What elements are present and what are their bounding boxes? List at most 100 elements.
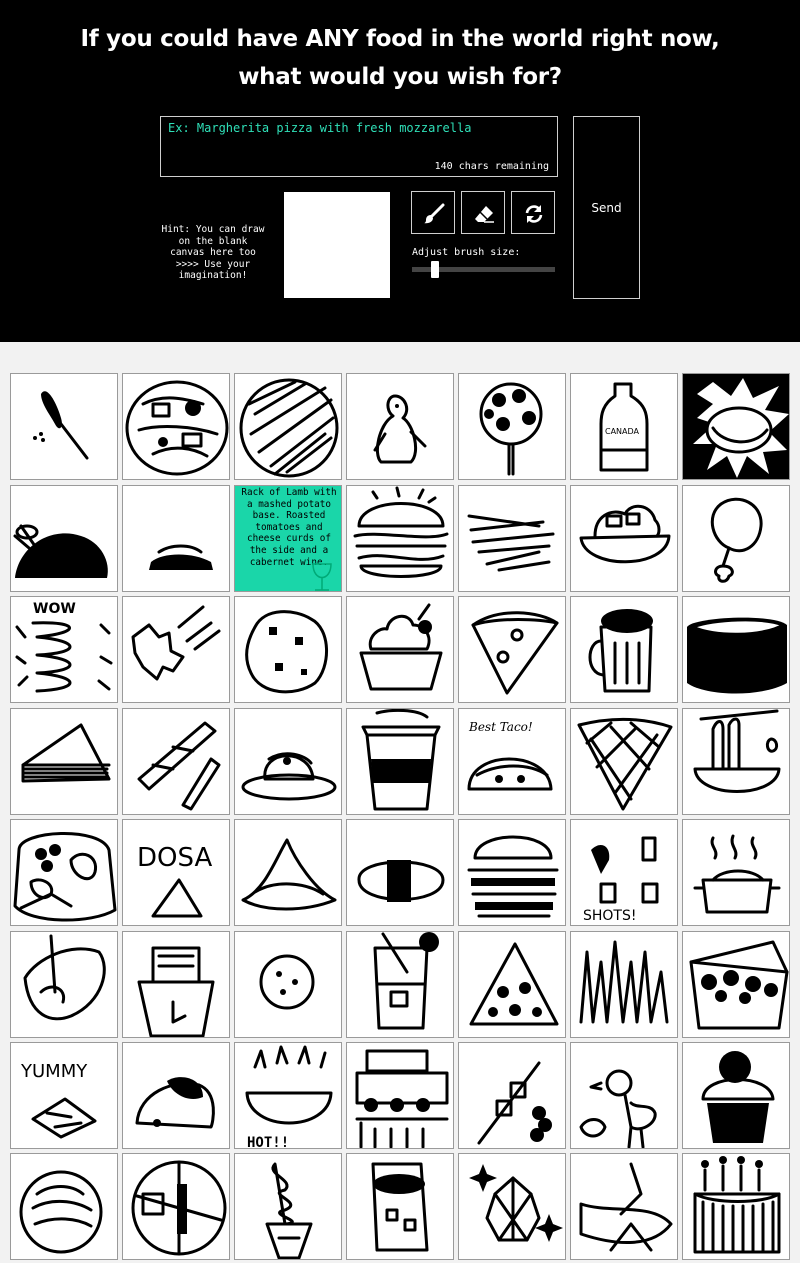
drawing-tile-rock-cake[interactable]: [122, 1042, 230, 1149]
drawing-tile-roast-chicken[interactable]: [10, 485, 118, 592]
svg-text:SHOTS!: SHOTS!: [583, 908, 636, 924]
drawing-tile-lamb-note[interactable]: Rack of Lamb with a mashed potato base. …: [234, 485, 342, 592]
doodle-pancakes: [145, 544, 219, 570]
doodle-rice-bowl: [125, 380, 229, 476]
drawing-tile-hot-soup[interactable]: HOT!!: [234, 1042, 342, 1149]
drawing-tile-dumpling[interactable]: [234, 819, 342, 926]
drawing-tile-soda-bottle[interactable]: CANADA: [570, 373, 678, 480]
drawing-tile-coffee-cup[interactable]: [346, 708, 454, 815]
drawing-tile-train-dessert[interactable]: [346, 1042, 454, 1149]
wish-input[interactable]: Ex: Margherita pizza with fresh mozzarel…: [160, 116, 558, 177]
drawing-tile-plated-dessert[interactable]: [234, 708, 342, 815]
drawing-tile-pizza-plate[interactable]: [122, 1153, 230, 1260]
drawing-tile-wow-noodle[interactable]: WOW: [10, 596, 118, 703]
page-title: If you could have ANY food in the world …: [0, 20, 800, 96]
drawing-tile-nigiri[interactable]: [346, 819, 454, 926]
drawing-tile-shots[interactable]: SHOTS!: [570, 819, 678, 926]
title-line-1: If you could have ANY food in the world …: [80, 26, 720, 52]
drawing-tile-birthday-cake[interactable]: [682, 1153, 790, 1260]
drawing-tile-fries[interactable]: [458, 485, 566, 592]
drawing-tile-corn-dog[interactable]: [10, 373, 118, 480]
doodle-coffee-cup: [361, 709, 441, 811]
doodle-soda-bottle: CANADA: [599, 382, 649, 472]
drawing-tile-ramen[interactable]: [682, 708, 790, 815]
doodle-shots: SHOTS!: [583, 836, 659, 924]
drawing-tile-pancakes[interactable]: [122, 485, 230, 592]
title-line-2: what would you wish for?: [238, 64, 562, 90]
drawing-tile-cocktail[interactable]: [346, 931, 454, 1038]
doodle-bento: [13, 832, 117, 922]
drawing-tile-dosa[interactable]: DOSA: [122, 819, 230, 926]
drawing-tile-taco[interactable]: Best Taco!: [458, 708, 566, 815]
refresh-icon: [525, 205, 543, 223]
drawing-tile-salad-bowl[interactable]: [570, 485, 678, 592]
doodle-leaves: [131, 605, 221, 681]
doodle-nigiri: [357, 860, 445, 902]
drawing-tile-cake-pop[interactable]: [458, 373, 566, 480]
drawing-tile-bird[interactable]: [570, 1042, 678, 1149]
drawing-tile-churros[interactable]: [122, 708, 230, 815]
drawing-tile-cookie[interactable]: [234, 596, 342, 703]
drawing-tile-grass[interactable]: [570, 931, 678, 1038]
doodle-salad-bowl: [579, 504, 671, 564]
drawing-tile-waffle-cone[interactable]: [570, 708, 678, 815]
drawing-tile-takeout-box[interactable]: [682, 931, 790, 1038]
drawing-tile-spring-roll[interactable]: [682, 373, 790, 480]
doodle-abstract: [579, 1162, 673, 1252]
doodle-hot-soup: HOT!!: [245, 1045, 333, 1148]
chars-remaining: 140 chars remaining: [434, 161, 549, 172]
drawing-tile-burrito[interactable]: [346, 1153, 454, 1260]
drawing-tile-pizza-slice[interactable]: [458, 596, 566, 703]
refresh-button[interactable]: [511, 191, 555, 234]
doodle-grass: [579, 940, 669, 1024]
drawing-tile-double-burger[interactable]: [458, 819, 566, 926]
doodle-noodle-cup: [137, 946, 215, 1037]
drawing-tile-muffin[interactable]: [682, 1042, 790, 1149]
svg-text:Best Taco!: Best Taco!: [468, 720, 533, 734]
drawing-tile-bento[interactable]: [10, 819, 118, 926]
send-button[interactable]: Send: [573, 116, 640, 299]
doodle-fries: [467, 514, 555, 572]
drawing-tile-drumstick[interactable]: [682, 485, 790, 592]
drawing-canvas[interactable]: [284, 192, 390, 298]
drawing-tile-steak[interactable]: [10, 931, 118, 1038]
send-label: Send: [591, 201, 622, 215]
drawing-tile-scribble-circle[interactable]: [234, 373, 342, 480]
drawing-tile-cake-slice[interactable]: [10, 708, 118, 815]
doodle-drumstick: [710, 497, 763, 583]
drawing-tile-noodle-cup[interactable]: [122, 931, 230, 1038]
doodle-muffin: [701, 1051, 775, 1143]
drawing-tile-skewer[interactable]: [458, 1042, 566, 1149]
drawing-tile-leaves[interactable]: [122, 596, 230, 703]
brush-size-label: Adjust brush size:: [412, 247, 521, 258]
brush-button[interactable]: [411, 191, 455, 234]
doodle-soft-serve: [265, 1162, 313, 1259]
drawing-tile-penguin[interactable]: [346, 373, 454, 480]
drawing-tile-rice-bowl[interactable]: [122, 373, 230, 480]
doodle-double-burger: [467, 835, 559, 918]
eraser-button[interactable]: [461, 191, 505, 234]
drawing-tile-artichoke[interactable]: [458, 1153, 566, 1260]
drawing-tile-yummy-nachos[interactable]: YUMMY: [10, 1042, 118, 1149]
doodle-spring-roll: [683, 374, 789, 479]
doodle-skewer: [477, 1061, 552, 1145]
doodle-taco: Best Taco!: [467, 720, 553, 791]
drawing-tile-abstract[interactable]: [570, 1153, 678, 1260]
drawing-tile-sundae[interactable]: [346, 596, 454, 703]
drawing-tile-pizza-wedge[interactable]: [458, 931, 566, 1038]
drawing-tile-sushi-roll[interactable]: [682, 596, 790, 703]
eraser-icon: [475, 206, 494, 223]
svg-text:WOW: WOW: [33, 601, 76, 617]
doodle-bird: [579, 1069, 657, 1148]
doodle-sushi-roll: [687, 617, 787, 694]
drawing-tile-burger[interactable]: [346, 485, 454, 592]
drawing-tile-beer-mug[interactable]: [570, 596, 678, 703]
doodle-rock-cake: [135, 1077, 215, 1129]
doodle-burrito: [371, 1162, 429, 1252]
doodle-birthday-cake: [693, 1156, 781, 1254]
drawing-tile-pie[interactable]: [10, 1153, 118, 1260]
drawing-tile-hot-pot[interactable]: [682, 819, 790, 926]
drawing-tile-soft-serve[interactable]: [234, 1153, 342, 1260]
drawing-tile-small-cookie[interactable]: [234, 931, 342, 1038]
brush-size-slider-thumb[interactable]: [430, 261, 439, 278]
